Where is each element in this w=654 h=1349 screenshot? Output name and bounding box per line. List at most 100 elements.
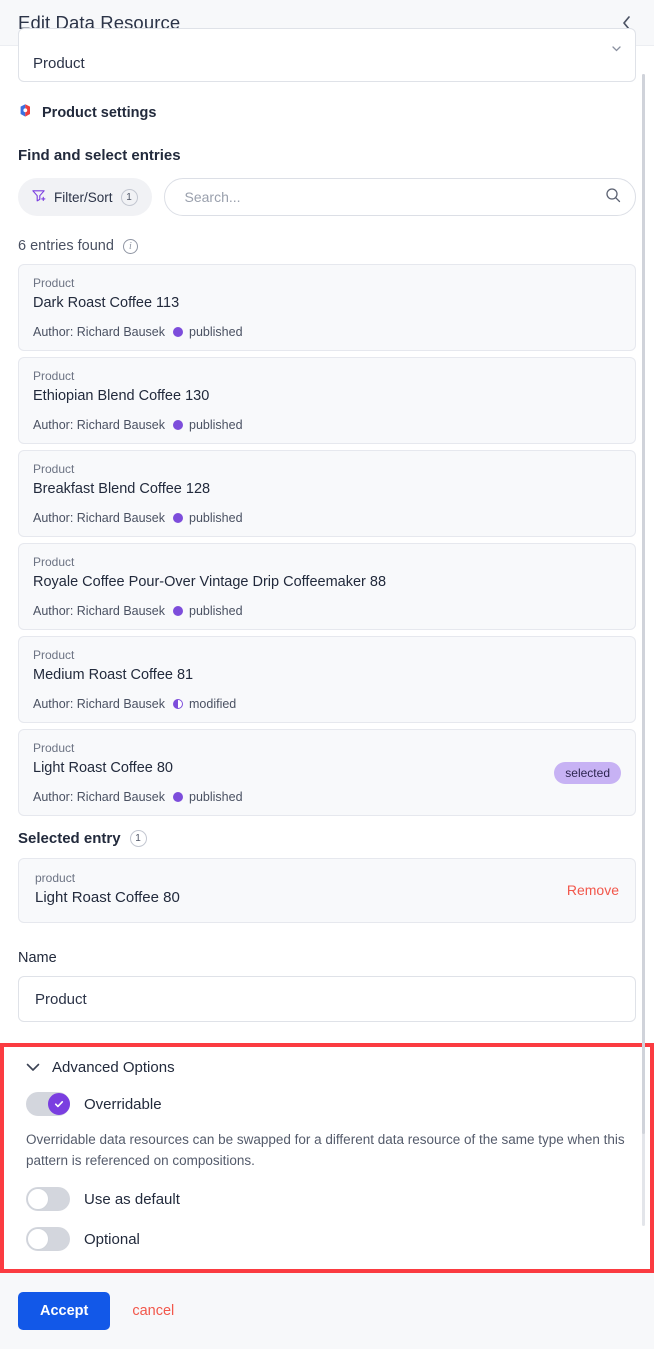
entry-meta: Author: Richard Bausek published [33,511,621,525]
use-as-default-toggle[interactable] [26,1187,70,1211]
name-field[interactable] [18,976,636,1022]
entries-found-row: 6 entries found i [18,238,636,254]
entry-title: Dark Roast Coffee 113 [33,295,180,311]
filter-sort-button[interactable]: Filter/Sort 1 [18,178,152,216]
product-settings-icon [18,103,33,123]
selected-badge: selected [554,761,621,784]
entry-type: Product [33,741,75,755]
status-label: published [189,604,243,618]
data-resource-type-value: Product [33,55,85,72]
entry-type: Product [33,276,75,290]
table-row[interactable]: Product Royale Coffee Pour-Over Vintage … [18,543,636,630]
status-label: published [189,511,243,525]
product-settings-label: Product settings [42,105,157,121]
name-input[interactable] [33,989,621,1009]
status-label: published [189,418,243,432]
status-modified-icon [173,699,184,709]
selected-entry-info: product Light Roast Coffee 80 [35,870,180,909]
entry-meta: Author: Richard Bausek published [33,790,621,804]
entry-type: Product [33,462,75,476]
entry-author: Author: Richard Bausek [33,790,166,804]
status-badge: published [173,418,243,432]
status-published-icon [173,327,184,337]
filter-sort-label: Filter/Sort [54,189,113,205]
search-input[interactable] [182,188,605,206]
selected-entry-title: Selected entry [18,830,121,847]
entry-type: Product [33,369,75,383]
toggle-knob [27,1228,49,1250]
status-badge: published [173,511,243,525]
advanced-options-section: Advanced Options Overridable Overridable… [0,1043,654,1273]
optional-label: Optional [84,1230,140,1248]
overridable-toggle[interactable] [26,1092,70,1116]
entry-title: Breakfast Blend Coffee 128 [33,481,211,497]
status-published-icon [173,420,184,430]
name-label: Name [18,950,57,966]
optional-row: Optional [26,1227,628,1251]
product-settings-row: Product settings [18,103,636,123]
entry-list: Product Dark Roast Coffee 113 Author: Ri… [18,264,636,816]
entry-type: Product [33,648,75,662]
entry-meta: Author: Richard Bausek published [33,325,621,339]
entry-title: Medium Roast Coffee 81 [33,667,194,683]
selected-entry-name: Light Roast Coffee 80 [35,889,180,906]
overridable-label: Overridable [84,1095,162,1113]
entry-author: Author: Richard Bausek [33,511,166,525]
toggle-knob [27,1188,49,1210]
entry-title: Ethiopian Blend Coffee 130 [33,388,210,404]
status-published-icon [173,606,184,616]
advanced-options-toggle[interactable]: Advanced Options [26,1059,628,1076]
use-as-default-label: Use as default [84,1190,180,1208]
status-badge: published [173,604,243,618]
remove-button[interactable]: Remove [567,882,619,898]
toggle-knob-check-icon [48,1093,70,1115]
optional-toggle[interactable] [26,1227,70,1251]
search-icon[interactable] [605,187,621,208]
use-as-default-row: Use as default [26,1187,628,1211]
data-resource-type-select[interactable]: Product [18,28,636,82]
entry-meta: Author: Richard Bausek published [33,604,621,618]
entry-author: Author: Richard Bausek [33,418,166,432]
table-row[interactable]: Product Dark Roast Coffee 113 Author: Ri… [18,264,636,351]
status-published-icon [173,513,184,523]
scrollbar[interactable] [642,74,645,1226]
filter-sort-icon [31,188,46,206]
selected-entry-card: product Light Roast Coffee 80 Remove [18,858,636,923]
chevron-down-icon [612,39,621,52]
cancel-button[interactable]: cancel [132,1303,174,1319]
scrollbar-thumb[interactable] [642,74,645,1134]
info-icon[interactable]: i [122,238,138,254]
accept-button[interactable]: Accept [18,1292,111,1330]
status-label: published [189,325,243,339]
entry-author: Author: Richard Bausek [33,697,166,711]
entry-author: Author: Richard Bausek [33,325,166,339]
entry-meta: Author: Richard Bausek modified [33,697,621,711]
overridable-description: Overridable data resources can be swappe… [26,1132,625,1168]
entry-meta: Author: Richard Bausek published [33,418,621,432]
selected-entry-heading: Selected entry 1 [18,830,636,847]
selected-entry-type: product [35,871,76,885]
table-row[interactable]: Product Ethiopian Blend Coffee 130 Autho… [18,357,636,444]
search-box[interactable] [163,178,636,216]
table-row[interactable]: Product Medium Roast Coffee 81 Author: R… [18,636,636,723]
find-controls-row: Filter/Sort 1 [18,178,636,216]
overridable-row: Overridable [26,1092,628,1116]
dialog-footer: Accept cancel [0,1273,654,1349]
entries-found-label: 6 entries found [18,238,114,254]
dialog-scroll-area: Product Product settings Find and select… [0,28,654,1349]
entry-author: Author: Richard Bausek [33,604,166,618]
selected-entry-count: 1 [129,830,147,847]
status-label: modified [189,697,237,711]
table-row[interactable]: Product Light Roast Coffee 80 Author: Ri… [18,729,636,816]
filter-sort-count: 1 [120,188,138,206]
table-row[interactable]: Product Breakfast Blend Coffee 128 Autho… [18,450,636,537]
entry-type: Product [33,555,75,569]
find-entries-heading: Find and select entries [18,147,181,164]
status-badge: published [173,325,243,339]
chevron-down-icon [26,1063,40,1072]
status-badge: published [173,790,243,804]
status-label: published [189,790,243,804]
status-published-icon [173,792,184,802]
entry-title: Light Roast Coffee 80 [33,760,173,776]
advanced-options-label: Advanced Options [52,1059,175,1076]
